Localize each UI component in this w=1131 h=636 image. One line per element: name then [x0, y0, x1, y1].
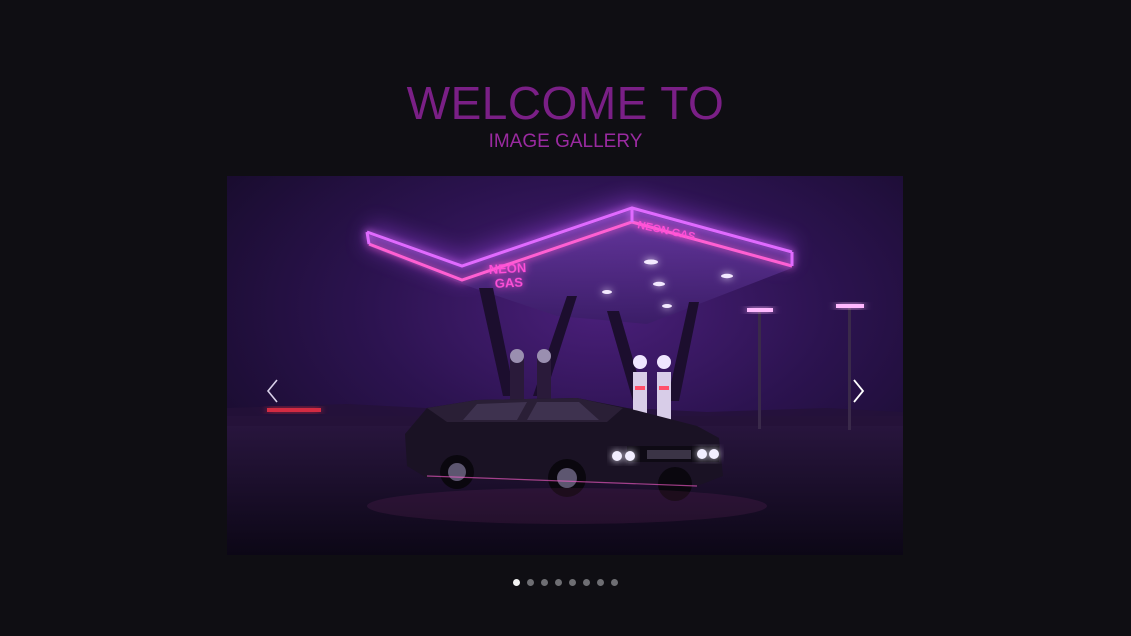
- next-slide-button[interactable]: [846, 376, 870, 406]
- chevron-right-icon: [853, 379, 865, 403]
- pagination-dot[interactable]: [611, 579, 618, 586]
- pagination-dot[interactable]: [597, 579, 604, 586]
- pagination-dot[interactable]: [583, 579, 590, 586]
- pagination-dot[interactable]: [541, 579, 548, 586]
- pagination-dot[interactable]: [555, 579, 562, 586]
- previous-slide-button[interactable]: [261, 376, 285, 406]
- carousel-pagination: [0, 579, 1131, 589]
- page-title: WELCOME TO: [406, 77, 725, 129]
- chevron-left-icon: [266, 379, 278, 403]
- page-subtitle: IMAGE GALLERY: [488, 131, 643, 152]
- slide-image: NEON GAS NEON GAS: [227, 176, 903, 555]
- gallery-page: WELCOME TO IMAGE GALLERY NEON GAS NEON G…: [0, 0, 1131, 636]
- image-carousel[interactable]: NEON GAS NEON GAS: [227, 176, 903, 555]
- pagination-dot[interactable]: [569, 579, 576, 586]
- pagination-dot[interactable]: [513, 579, 520, 586]
- pagination-dot[interactable]: [527, 579, 534, 586]
- svg-text:GAS: GAS: [494, 275, 523, 291]
